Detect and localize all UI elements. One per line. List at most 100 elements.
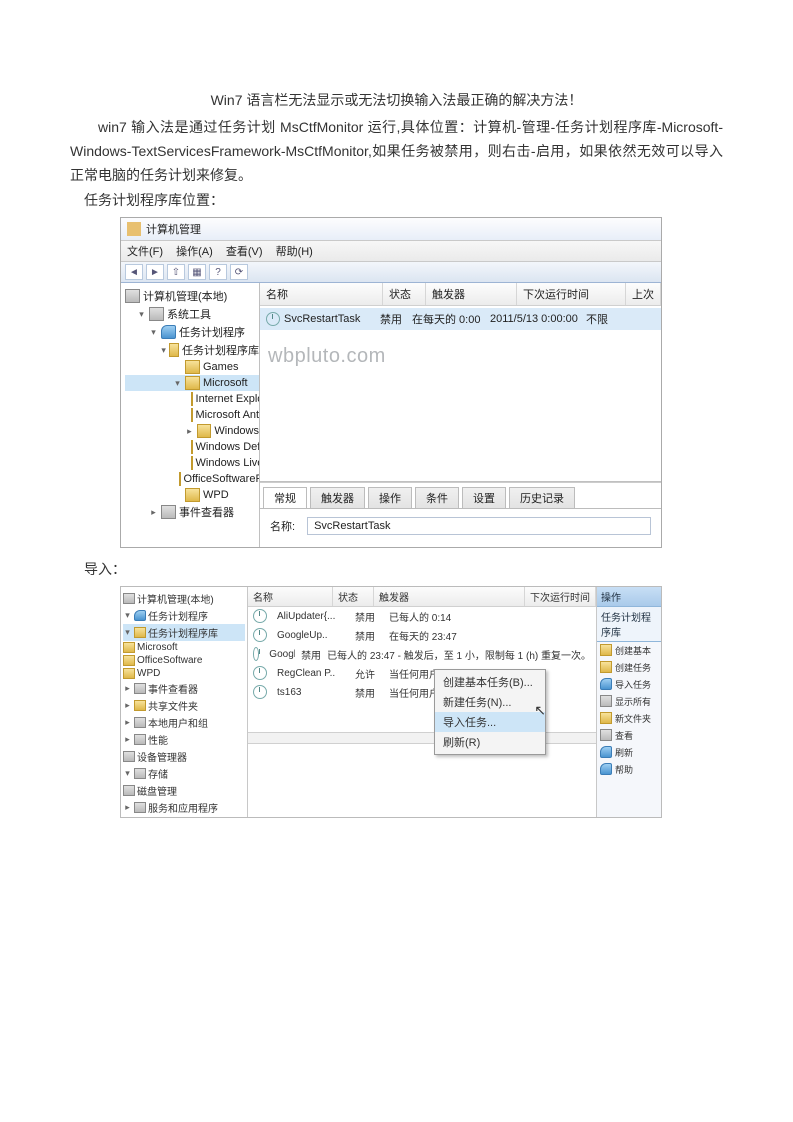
menu-view[interactable]: 查看(V) bbox=[226, 246, 263, 258]
tab-conditions[interactable]: 条件 bbox=[415, 487, 459, 508]
clock-icon bbox=[253, 628, 267, 642]
col2-status[interactable]: 状态 bbox=[333, 587, 374, 606]
tab-settings[interactable]: 设置 bbox=[462, 487, 506, 508]
action-item[interactable]: 显示所有 bbox=[597, 693, 661, 710]
task2-row[interactable]: AliUpdater{...禁用已每人的 0:14 bbox=[248, 607, 596, 626]
actions-panel: 操作 任务计划程序库 创建基本 创建任务 导入任务 显示所有 新文件夹 查看 刷… bbox=[596, 587, 661, 817]
tree-library[interactable]: ▾任务计划程序库 bbox=[125, 341, 259, 359]
doc-title: Win7 语言栏无法显示或无法切换输入法最正确的解决方法！ bbox=[70, 90, 723, 110]
col2-name[interactable]: 名称 bbox=[248, 587, 333, 606]
t2-lu[interactable]: ▸本地用户和组 bbox=[123, 714, 245, 731]
tree-root[interactable]: 计算机管理(本地) bbox=[125, 287, 259, 305]
doc-para1: win7 输入法是通过任务计划 MsCtfMonitor 运行,具体位置：计算机… bbox=[70, 116, 723, 187]
tree-microsoft[interactable]: ▾Microsoft bbox=[125, 375, 259, 391]
tree-live[interactable]: Windows Live bbox=[125, 455, 259, 471]
task-status: 禁用 bbox=[380, 311, 412, 327]
doc-para3: 导入： bbox=[70, 558, 723, 582]
tab-triggers[interactable]: 触发器 bbox=[310, 487, 365, 508]
screenshot-import: 计算机管理(本地) ▾任务计划程序 ▾任务计划程序库 Microsoft Off… bbox=[120, 586, 662, 818]
clock-icon bbox=[253, 666, 267, 680]
toolbar: ◄ ► ⇧ ▦ ? ⟳ bbox=[121, 262, 661, 283]
t2-perf[interactable]: ▸性能 bbox=[123, 731, 245, 748]
tree-defender[interactable]: Windows Defender bbox=[125, 439, 259, 455]
action-item[interactable]: 新文件夹 bbox=[597, 710, 661, 727]
tabs: 常规 触发器 操作 条件 设置 历史记录 bbox=[260, 483, 661, 509]
col2-next[interactable]: 下次运行时间 bbox=[525, 587, 596, 606]
task-row[interactable]: SvcRestartTask 禁用 在每天的 0:00 2011/5/13 0:… bbox=[260, 308, 661, 330]
name-field[interactable]: SvcRestartTask bbox=[307, 517, 651, 535]
name-label: 名称: bbox=[270, 518, 295, 534]
t2-dev[interactable]: 设备管理器 bbox=[123, 748, 245, 765]
actions-sub: 任务计划程序库 bbox=[597, 607, 661, 642]
action-item[interactable]: 查看 bbox=[597, 727, 661, 744]
t2-osw[interactable]: OfficeSoftware bbox=[123, 654, 245, 667]
ctx-refresh[interactable]: 刷新(R) bbox=[435, 732, 545, 752]
tree-games[interactable]: Games bbox=[125, 359, 259, 375]
task-name: SvcRestartTask bbox=[284, 313, 380, 325]
menu-action[interactable]: 操作(A) bbox=[176, 246, 213, 258]
tree-ie[interactable]: Internet Explorer bbox=[125, 391, 259, 407]
ctx-create-basic[interactable]: 创建基本任务(B)... bbox=[435, 672, 545, 692]
clock-icon bbox=[266, 312, 280, 326]
t2-dm[interactable]: 磁盘管理 bbox=[123, 782, 245, 799]
t2-wpd[interactable]: WPD bbox=[123, 667, 245, 680]
col-name[interactable]: 名称 bbox=[260, 283, 383, 305]
tab-actions[interactable]: 操作 bbox=[368, 487, 412, 508]
window-titlebar: 计算机管理 bbox=[121, 218, 661, 241]
t2-svc[interactable]: ▸服务和应用程序 bbox=[123, 799, 245, 816]
task-detail-panel: 常规 触发器 操作 条件 设置 历史记录 名称: SvcRestartTask bbox=[260, 482, 661, 547]
action-item[interactable]: 创建基本 bbox=[597, 642, 661, 659]
app-icon bbox=[127, 222, 141, 236]
tree-wpd[interactable]: WPD bbox=[125, 487, 259, 503]
action-item[interactable]: 创建任务 bbox=[597, 659, 661, 676]
task-list-header-2: 名称 状态 触发器 下次运行时间 bbox=[248, 587, 596, 607]
task-trigger: 在每天的 0:00 bbox=[412, 311, 490, 327]
action-item[interactable]: 帮助 bbox=[597, 761, 661, 778]
tool-back[interactable]: ◄ bbox=[125, 264, 143, 280]
tree-systools[interactable]: ▾系统工具 bbox=[125, 305, 259, 323]
doc-para2: 任务计划程序库位置： bbox=[70, 189, 723, 213]
action-item[interactable]: 导入任务 bbox=[597, 676, 661, 693]
tree-antimalware[interactable]: Microsoft Antimalz bbox=[125, 407, 259, 423]
tree-panel-2: 计算机管理(本地) ▾任务计划程序 ▾任务计划程序库 Microsoft Off… bbox=[121, 587, 248, 817]
clock-icon bbox=[253, 685, 267, 699]
t2-ms[interactable]: Microsoft bbox=[123, 641, 245, 654]
task2-row[interactable]: GoogleUp..禁用已每人的 23:47 - 触发后，至 1 小，限制每 1… bbox=[248, 645, 596, 664]
tab-general[interactable]: 常规 bbox=[263, 487, 307, 508]
menu-file[interactable]: 文件(F) bbox=[127, 246, 163, 258]
task-list-panel: 名称 状态 触发器 下次运行时间 上次 SvcRestartTask 禁用 在每… bbox=[260, 283, 661, 482]
col2-trigger[interactable]: 触发器 bbox=[374, 587, 525, 606]
tool-refresh[interactable]: ⟳ bbox=[230, 264, 248, 280]
context-menu: 创建基本任务(B)... 新建任务(N)... 导入任务... 刷新(R) bbox=[434, 669, 546, 755]
tree-windows[interactable]: ▸Windows bbox=[125, 423, 259, 439]
tool-props[interactable]: ▦ bbox=[188, 264, 206, 280]
tool-fwd[interactable]: ► bbox=[146, 264, 164, 280]
tool-help[interactable]: ? bbox=[209, 264, 227, 280]
action-item[interactable]: 刷新 bbox=[597, 744, 661, 761]
ctx-create[interactable]: 新建任务(N)... bbox=[435, 692, 545, 712]
tree-eventviewer[interactable]: ▸事件查看器 bbox=[125, 503, 259, 521]
tool-up[interactable]: ⇧ bbox=[167, 264, 185, 280]
t2-ev[interactable]: ▸事件查看器 bbox=[123, 680, 245, 697]
watermark: wbpluto.com bbox=[268, 345, 386, 368]
col-status[interactable]: 状态 bbox=[383, 283, 426, 305]
menu-bar: 文件(F) 操作(A) 查看(V) 帮助(H) bbox=[121, 241, 661, 262]
tab-history[interactable]: 历史记录 bbox=[509, 487, 575, 508]
col-next[interactable]: 下次运行时间 bbox=[517, 283, 626, 305]
tree-osp[interactable]: OfficeSoftwareProtect bbox=[125, 471, 259, 487]
col-trigger[interactable]: 触发器 bbox=[426, 283, 517, 305]
task-next: 2011/5/13 0:00:00 bbox=[490, 313, 586, 325]
task-list-header: 名称 状态 触发器 下次运行时间 上次 bbox=[260, 283, 661, 306]
t2-root[interactable]: 计算机管理(本地) bbox=[123, 590, 245, 607]
t2-lib[interactable]: ▾任务计划程序库 bbox=[123, 624, 245, 641]
t2-sched[interactable]: ▾任务计划程序 bbox=[123, 607, 245, 624]
t2-sf[interactable]: ▸共享文件夹 bbox=[123, 697, 245, 714]
ctx-import[interactable]: 导入任务... bbox=[435, 712, 545, 732]
actions-header: 操作 bbox=[597, 587, 661, 607]
tree-scheduler[interactable]: ▾任务计划程序 bbox=[125, 323, 259, 341]
task2-row[interactable]: GoogleUp..禁用在每天的 23:47 bbox=[248, 626, 596, 645]
col-last[interactable]: 上次 bbox=[626, 283, 661, 305]
menu-help[interactable]: 帮助(H) bbox=[276, 246, 313, 258]
t2-stg[interactable]: ▾存储 bbox=[123, 765, 245, 782]
tree-panel: 计算机管理(本地) ▾系统工具 ▾任务计划程序 ▾任务计划程序库 Games ▾… bbox=[121, 283, 260, 547]
